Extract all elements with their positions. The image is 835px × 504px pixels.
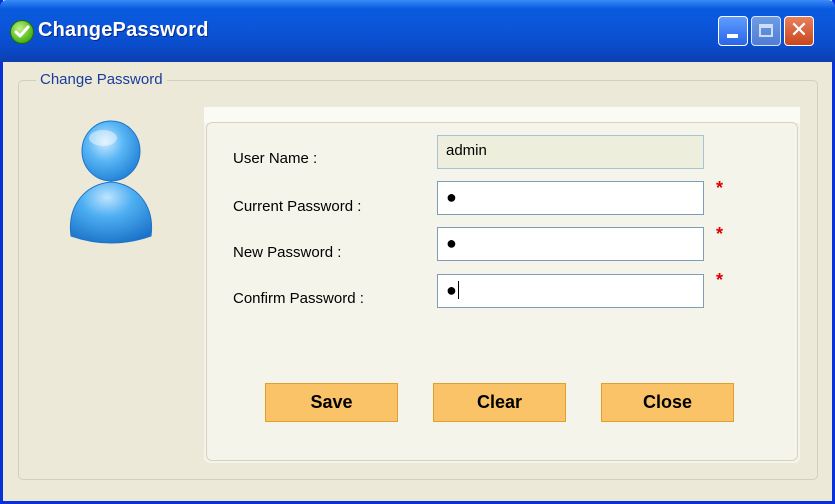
current-password-label: Current Password :	[233, 198, 362, 215]
username-label: User Name :	[233, 150, 318, 167]
confirm-password-mask: ●	[446, 280, 457, 300]
close-window-button[interactable]: ✕	[784, 16, 814, 46]
title-bar[interactable]: ChangePassword ✕	[0, 0, 835, 62]
username-field[interactable]: admin	[437, 135, 704, 169]
clear-button[interactable]: Clear	[433, 383, 566, 422]
minimize-button[interactable]	[718, 16, 748, 46]
close-button[interactable]: Close	[601, 383, 734, 422]
confirm-password-required-marker: *	[716, 270, 724, 290]
new-password-label: New Password :	[233, 244, 342, 261]
text-caret	[457, 281, 459, 299]
current-password-required-marker: *	[716, 178, 724, 198]
new-password-mask: ●	[446, 233, 457, 253]
confirm-password-field[interactable]: ●	[437, 274, 704, 308]
current-password-mask: ●	[446, 187, 457, 207]
new-password-field[interactable]: ●	[437, 227, 704, 261]
save-button[interactable]: Save	[265, 383, 398, 422]
window-title: ChangePassword	[38, 19, 209, 41]
groupbox-label: Change Password	[36, 71, 167, 88]
checkmark-icon	[10, 20, 34, 44]
close-icon: ✕	[789, 18, 809, 43]
new-password-required-marker: *	[716, 224, 724, 244]
user-icon	[69, 120, 153, 244]
confirm-password-label: Confirm Password :	[233, 290, 364, 307]
current-password-field[interactable]: ●	[437, 181, 704, 215]
maximize-icon	[759, 24, 773, 37]
panel-header-strip	[204, 107, 800, 123]
maximize-button[interactable]	[751, 16, 781, 46]
minimize-icon	[727, 34, 738, 38]
